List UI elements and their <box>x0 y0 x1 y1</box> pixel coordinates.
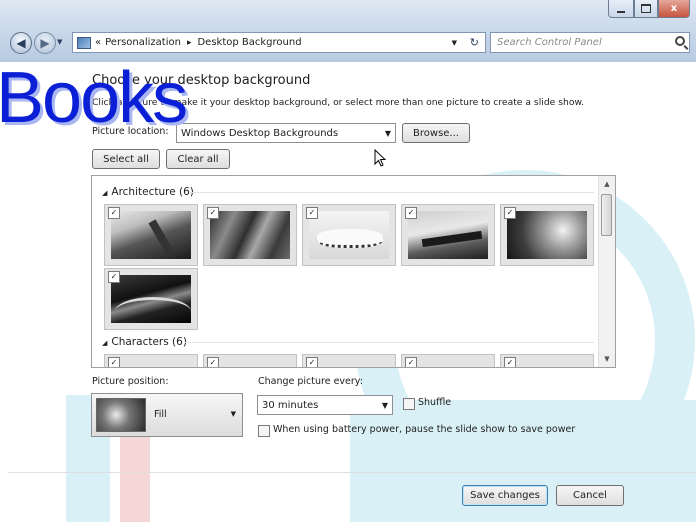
thumbnail-detail <box>115 297 191 326</box>
decor-band-red <box>120 430 150 522</box>
group-header-characters[interactable]: ◢ Characters (6) <box>102 336 187 348</box>
thumb-checkbox[interactable]: ✓ <box>405 207 417 219</box>
chevron-down-icon: ▼ <box>230 410 236 418</box>
picture-location-select[interactable]: Windows Desktop Backgrounds ▼ <box>176 123 396 143</box>
battery-pause-checkbox[interactable] <box>258 425 270 437</box>
group-header-architecture[interactable]: ◢ Architecture (6) <box>102 186 194 198</box>
wallpaper-thumb[interactable]: ✓ <box>203 354 297 367</box>
group-title: Characters (6) <box>111 336 187 348</box>
address-overflow[interactable]: « <box>95 37 101 48</box>
change-picture-interval-select[interactable]: 30 minutes ▼ <box>257 395 393 415</box>
picture-position-select[interactable]: Fill ▼ <box>91 393 243 437</box>
thumb-checkbox[interactable]: ✓ <box>504 357 516 367</box>
search-icon-handle <box>683 45 689 50</box>
wallpaper-thumb[interactable]: ✓ <box>302 354 396 367</box>
position-preview-image <box>96 398 146 432</box>
mouse-cursor-icon <box>374 149 387 167</box>
shuffle-checkbox[interactable] <box>403 398 415 410</box>
wallpaper-thumb[interactable]: ✓ <box>104 204 198 266</box>
picture-position-value: Fill <box>154 409 167 420</box>
wallpaper-thumb[interactable]: ✓ <box>401 354 495 367</box>
thumb-checkbox[interactable]: ✓ <box>405 357 417 367</box>
browse-button[interactable]: Browse... <box>402 123 470 143</box>
collapse-triangle-icon: ◢ <box>102 189 108 197</box>
forward-arrow-icon: ▶ <box>40 36 50 50</box>
group-title: Architecture (6) <box>111 186 194 198</box>
collapse-triangle-icon: ◢ <box>102 339 108 347</box>
search-input[interactable]: Search Control Panel <box>497 37 602 48</box>
search-box[interactable]: Search Control Panel <box>490 32 690 53</box>
wallpaper-thumb[interactable]: ✓ <box>302 204 396 266</box>
scroll-up-button[interactable]: ▲ <box>599 176 615 192</box>
maximize-button[interactable] <box>634 0 658 18</box>
group-divider <box>184 342 594 343</box>
thumbnail-image <box>507 211 587 259</box>
shuffle-label: Shuffle <box>418 397 452 408</box>
chevron-down-icon: ▼ <box>381 401 388 410</box>
scroll-down-icon: ▼ <box>604 355 610 363</box>
minimize-button[interactable] <box>608 0 634 18</box>
maximize-icon <box>641 4 651 13</box>
wallpaper-thumb[interactable]: ✓ <box>401 204 495 266</box>
vertical-scrollbar[interactable]: ▲ ▼ <box>598 176 615 367</box>
thumb-checkbox[interactable]: ✓ <box>108 271 120 283</box>
forward-button[interactable]: ▶ <box>34 32 56 54</box>
close-button[interactable]: x <box>658 0 690 18</box>
thumbnail-image <box>210 211 290 259</box>
battery-pause-label: When using battery power, pause the slid… <box>273 424 576 435</box>
picture-gallery[interactable]: ◢ Architecture (6) ✓ ✓ ✓ ✓ ✓ ✓ ◢ Character… <box>91 175 616 368</box>
wallpaper-thumb[interactable]: ✓ <box>500 354 594 367</box>
address-dropdown-icon[interactable]: ▼ <box>452 39 457 47</box>
picture-position-label: Picture position: <box>92 376 169 387</box>
scroll-thumb[interactable] <box>601 194 612 236</box>
minimize-icon <box>617 10 625 13</box>
breadcrumb-desktop-background[interactable]: Desktop Background <box>197 37 301 48</box>
group-divider <box>190 192 594 193</box>
chevron-down-icon: ▼ <box>57 38 63 46</box>
recent-pages-dropdown[interactable]: ▼ <box>57 38 62 46</box>
change-picture-label: Change picture every: <box>258 376 363 387</box>
thumb-checkbox[interactable]: ✓ <box>207 207 219 219</box>
footer-divider <box>8 472 696 473</box>
select-all-button[interactable]: Select all <box>92 149 160 169</box>
interval-value: 30 minutes <box>262 399 319 411</box>
wallpaper-thumb[interactable]: ✓ <box>500 204 594 266</box>
clear-all-button[interactable]: Clear all <box>166 149 230 169</box>
thumb-checkbox[interactable]: ✓ <box>504 207 516 219</box>
picture-location-value: Windows Desktop Backgrounds <box>181 127 339 139</box>
thumb-checkbox[interactable]: ✓ <box>306 207 318 219</box>
back-button[interactable]: ◀ <box>10 32 32 54</box>
breadcrumb-separator-icon: ▸ <box>186 37 192 48</box>
wallpaper-thumb[interactable]: ✓ <box>203 204 297 266</box>
thumbnail-image <box>111 211 191 259</box>
control-panel-icon <box>77 36 91 49</box>
save-changes-button[interactable]: Save changes <box>462 485 548 506</box>
address-bar[interactable]: « Personalization ▸ Desktop Background ▼… <box>72 32 486 53</box>
watermark-logo: Books <box>0 58 188 138</box>
back-arrow-icon: ◀ <box>16 36 26 50</box>
thumb-checkbox[interactable]: ✓ <box>108 357 120 367</box>
thumbnail-detail <box>317 229 383 248</box>
breadcrumb-personalization[interactable]: Personalization <box>105 37 181 48</box>
wallpaper-thumb[interactable]: ✓ <box>104 354 198 367</box>
cancel-button[interactable]: Cancel <box>556 485 624 506</box>
refresh-icon[interactable]: ↻ <box>470 36 479 49</box>
thumb-checkbox[interactable]: ✓ <box>207 357 219 367</box>
thumb-checkbox[interactable]: ✓ <box>108 207 120 219</box>
scroll-down-button[interactable]: ▼ <box>599 351 615 367</box>
close-icon: x <box>670 3 678 14</box>
chevron-down-icon: ▼ <box>384 129 391 138</box>
scroll-up-icon: ▲ <box>604 180 610 188</box>
caption-buttons: x <box>608 0 690 20</box>
thumb-checkbox[interactable]: ✓ <box>306 357 318 367</box>
wallpaper-thumb[interactable]: ✓ <box>104 268 198 330</box>
